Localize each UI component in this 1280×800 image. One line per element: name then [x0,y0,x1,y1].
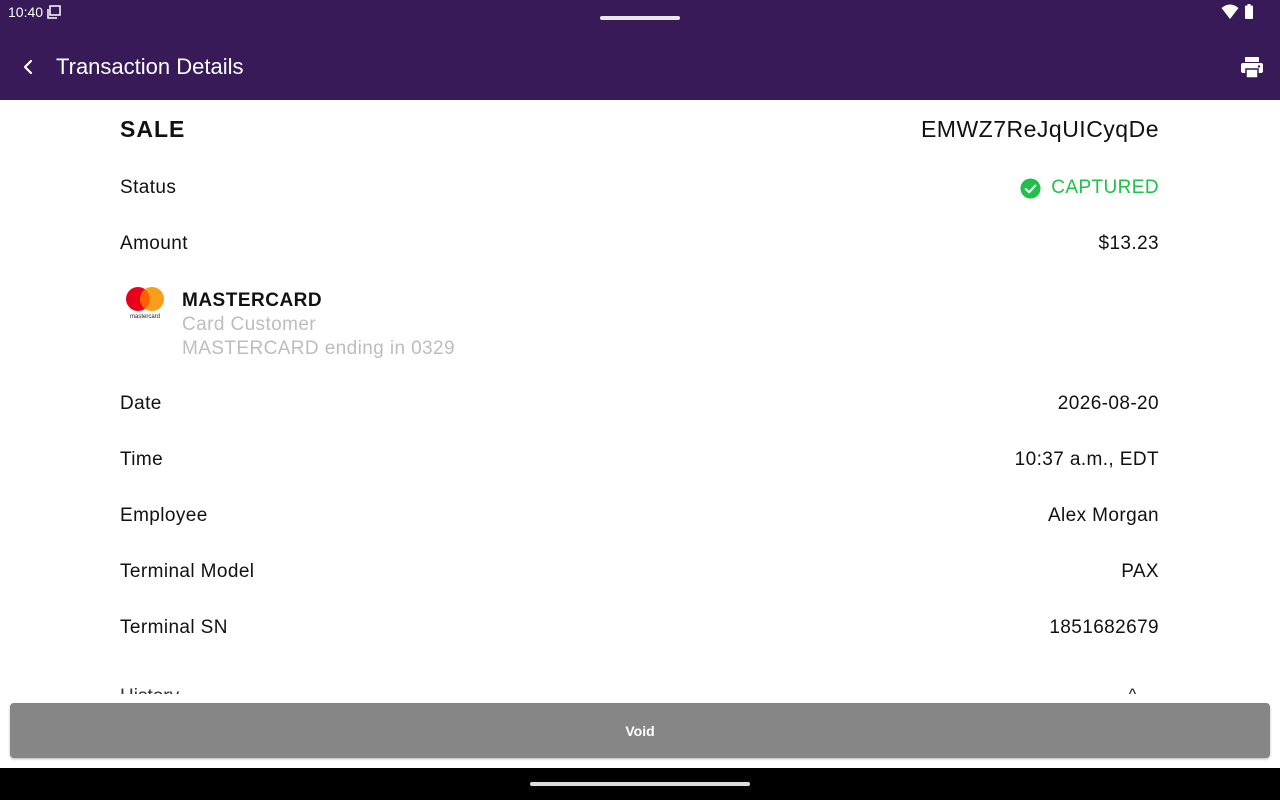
drag-handle [600,16,680,20]
employee-value: Alex Morgan [1047,505,1159,526]
terminal-sn-value: 1851682679 [1049,617,1159,638]
card-info: mastercard MASTERCARD Card Customer MAST… [120,286,820,366]
employee-label: Employee [120,505,208,526]
transaction-details: SALE EMWZ7ReJqUICyqDe Status CAPTURED Am… [0,100,1280,694]
navigation-bar [0,768,1280,800]
history-label[interactable]: History [120,686,179,694]
sale-header: SALE EMWZ7ReJqUICyqDe [120,116,1159,146]
amount-row: Amount $13.23 [120,233,1159,261]
transaction-id: EMWZ7ReJqUICyqDe [920,116,1159,142]
detail-row-terminal-sn: Terminal SN 1851682679 [120,617,1159,645]
screen-icon [47,5,61,19]
detail-row-date: Date 2026-08-20 [120,393,1159,421]
terminal-sn-label: Terminal SN [120,617,228,638]
mastercard-logo: mastercard [126,287,164,320]
status-value: CAPTURED [1051,177,1159,198]
date-value: 2026-08-20 [1057,393,1159,414]
check-circle-icon [1020,177,1041,199]
status-time: 10:40 [8,4,44,20]
status-label: Status [120,177,177,198]
detail-row-time: Time 10:37 a.m., EDT [120,449,1159,477]
time-value: 10:37 a.m., EDT [1014,449,1159,470]
app-bar: Transaction Details [0,34,1280,100]
battery-icon [1245,4,1253,19]
mastercard-logo-text: mastercard [130,314,160,320]
status-row: Status CAPTURED [120,177,1159,205]
transaction-type: SALE [120,116,186,142]
card-ending: MASTERCARD ending in 0329 [182,338,455,359]
status-badge: CAPTURED [1020,177,1159,199]
terminal-model-value: PAX [1121,561,1159,582]
page-title: Transaction Details [56,54,244,79]
wifi-icon [1221,4,1239,19]
time-label: Time [120,449,164,470]
date-label: Date [120,393,162,414]
card-holder: Card Customer [182,314,317,335]
chevron-left-icon[interactable] [14,53,42,81]
amount-value: $13.23 [1098,233,1159,254]
card-brand: MASTERCARD [182,290,323,311]
printer-icon[interactable] [1238,54,1266,82]
detail-row-terminal-model: Terminal Model PAX [120,561,1159,589]
amount-label: Amount [120,233,188,254]
home-gesture-handle[interactable] [530,782,750,786]
void-button[interactable]: Void [10,703,1270,758]
terminal-model-label: Terminal Model [120,561,255,582]
history-toggle[interactable]: ^ [1128,686,1137,694]
detail-row-employee: Employee Alex Morgan [120,505,1159,533]
status-bar: 10:40 [0,0,1280,34]
